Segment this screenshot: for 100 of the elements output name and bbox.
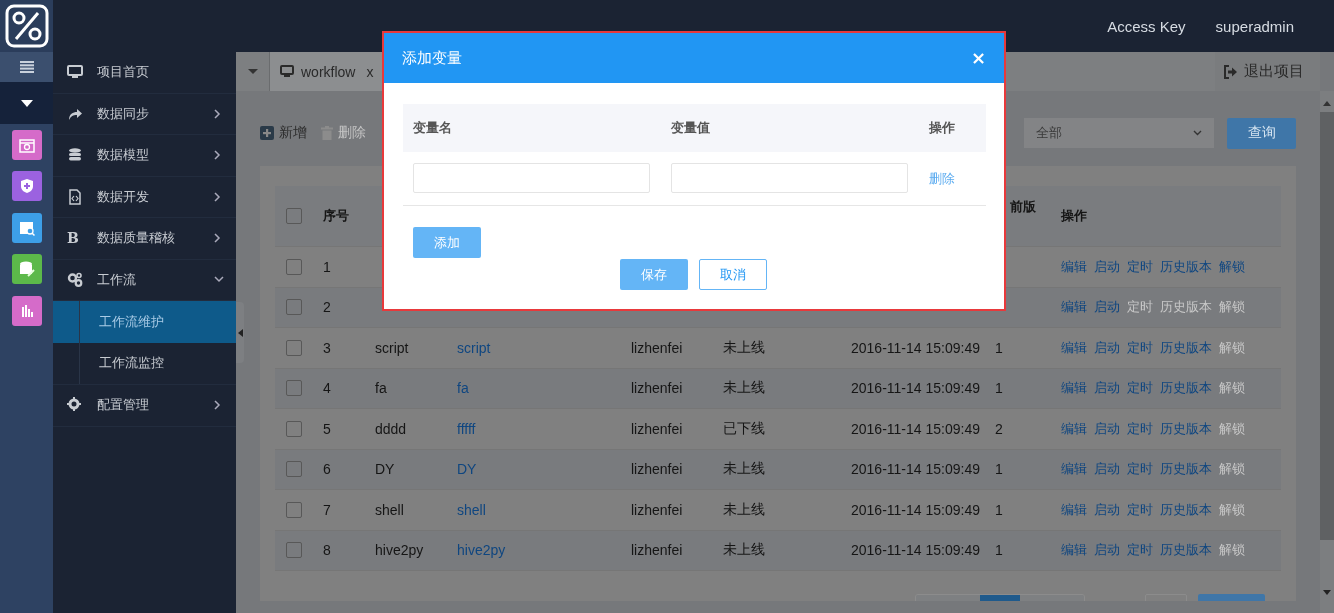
variable-name-field[interactable] <box>413 162 650 193</box>
row-checkbox[interactable] <box>286 461 302 478</box>
gear-icon <box>67 397 83 414</box>
table-cell: 2016-11-14 15:09:49 <box>851 501 980 518</box>
collapse-handle[interactable] <box>236 302 244 363</box>
sidebar-subitem[interactable]: 工作流维护 <box>53 301 236 343</box>
table-cell: lizhenfei <box>631 380 683 397</box>
dropdown-value: 全部 <box>1036 124 1062 142</box>
table-cell: shell <box>375 501 404 518</box>
action-link[interactable]: 定时 <box>1127 460 1153 479</box>
workflow-link[interactable]: fa <box>457 380 469 397</box>
table-cell: dddd <box>375 420 407 437</box>
workflow-link[interactable]: hive2py <box>457 542 506 559</box>
scrollbar[interactable] <box>1320 91 1334 613</box>
menu-icon <box>19 61 34 73</box>
sidebar-item-label: 数据同步 <box>97 104 150 123</box>
action-link[interactable]: 启动 <box>1094 541 1120 560</box>
table-cell: 2016-11-14 15:09:49 <box>851 380 980 397</box>
action-link[interactable]: 历史版本 <box>1160 257 1212 276</box>
action-link[interactable]: 编辑 <box>1061 460 1087 479</box>
row-checkbox[interactable] <box>286 501 302 518</box>
gears-icon <box>67 271 83 288</box>
action-link[interactable]: 编辑 <box>1061 257 1087 276</box>
table-cell: 8 <box>323 542 331 559</box>
table-cell: 1 <box>995 380 1003 397</box>
database-icon <box>67 147 83 164</box>
action-link[interactable]: 定时 <box>1127 541 1153 560</box>
monitor-icon <box>280 65 294 78</box>
action-link[interactable]: 启动 <box>1094 460 1120 479</box>
action-link[interactable]: 启动 <box>1094 500 1120 519</box>
table-cell: lizhenfei <box>631 461 683 478</box>
workflow-link[interactable]: fffff <box>457 420 476 437</box>
action-link[interactable]: 编辑 <box>1061 541 1087 560</box>
table-cell: 1 <box>995 501 1003 518</box>
action-link[interactable]: 编辑 <box>1061 419 1087 438</box>
action-link[interactable]: 编辑 <box>1061 338 1087 357</box>
table-cell: 未上线 <box>723 541 765 560</box>
action-link[interactable]: 历史版本 <box>1160 379 1212 398</box>
table-cell: 已下线 <box>723 419 765 438</box>
table-cell: 1 <box>995 339 1003 356</box>
row-checkbox[interactable] <box>286 339 302 356</box>
action-link[interactable]: 定时 <box>1127 379 1153 398</box>
scroll-down-icon <box>1323 590 1331 595</box>
tab-label: workflow <box>301 63 356 80</box>
table-cell: lizhenfei <box>631 501 683 518</box>
action-link[interactable]: 启动 <box>1094 257 1120 276</box>
action-link[interactable]: 编辑 <box>1061 298 1087 317</box>
action-link[interactable]: 启动 <box>1094 338 1120 357</box>
action-link[interactable]: 历史版本 <box>1160 500 1212 519</box>
tab-close-button[interactable]: x <box>366 63 374 80</box>
action-link[interactable]: 历史版本 <box>1160 338 1212 357</box>
action-link[interactable]: 历史版本 <box>1160 460 1212 479</box>
add-button[interactable]: 新增 <box>260 124 307 142</box>
select-all-checkbox[interactable] <box>286 208 302 224</box>
action-link[interactable]: 定时 <box>1127 419 1153 438</box>
top-link[interactable]: Access Key <box>1107 17 1186 35</box>
action-link[interactable]: 定时 <box>1127 338 1153 357</box>
save-button[interactable]: 保存 <box>619 259 688 290</box>
action-link[interactable]: 启动 <box>1094 379 1120 398</box>
row-checkbox[interactable] <box>286 420 302 437</box>
workflow-link[interactable]: DY <box>457 461 477 478</box>
action-link[interactable]: 定时 <box>1127 257 1153 276</box>
column-header: 序号 <box>323 207 349 225</box>
sidebar-subitem[interactable]: 工作流监控 <box>53 342 236 384</box>
table-cell: 7 <box>323 501 331 518</box>
add-button[interactable]: 添加 <box>413 227 481 258</box>
workflow-link[interactable]: shell <box>457 501 486 518</box>
table-cell: lizhenfei <box>631 420 683 437</box>
row-checkbox[interactable] <box>286 299 302 316</box>
column-header: 变量名 <box>413 119 452 137</box>
action-link[interactable]: 编辑 <box>1061 379 1087 398</box>
workflow-link[interactable]: script <box>457 339 491 356</box>
action-link[interactable]: 历史版本 <box>1160 541 1212 560</box>
scrollbar-thumb[interactable] <box>1320 112 1334 540</box>
sidebar-item-label: 工作流 <box>97 270 137 289</box>
delete-link[interactable]: 删除 <box>929 169 955 188</box>
row-checkbox[interactable] <box>286 542 302 559</box>
action-link[interactable]: 定时 <box>1127 500 1153 519</box>
action-link[interactable]: 启动 <box>1094 298 1120 317</box>
top-link[interactable]: superadmin <box>1215 17 1294 35</box>
action-link[interactable]: 历史版本 <box>1160 419 1212 438</box>
close-button[interactable]: × <box>970 49 986 67</box>
sidebar-item-label: 数据开发 <box>97 187 150 206</box>
column-header: 操作 <box>929 119 955 137</box>
dialog-title: 添加变量 <box>402 48 462 68</box>
action-link[interactable]: 解锁 <box>1219 257 1245 276</box>
cancel-button[interactable]: 取消 <box>698 259 767 290</box>
action-link[interactable]: 启动 <box>1094 419 1120 438</box>
table-cell: 未上线 <box>723 379 765 398</box>
filter-dropdown[interactable]: 全部 <box>1024 118 1214 148</box>
table-cell: 2016-11-14 15:09:49 <box>851 420 980 437</box>
query-button[interactable]: 查询 <box>1227 117 1296 149</box>
row-checkbox[interactable] <box>286 380 302 397</box>
variable-value-field[interactable] <box>671 162 908 193</box>
action-link[interactable]: 编辑 <box>1061 500 1087 519</box>
table-cell: 2 <box>995 420 1003 437</box>
row-checkbox[interactable] <box>286 258 302 275</box>
sidebar-item-label: 数据模型 <box>97 146 150 165</box>
table-cell: fa <box>375 380 387 397</box>
rail-item[interactable] <box>0 52 53 82</box>
